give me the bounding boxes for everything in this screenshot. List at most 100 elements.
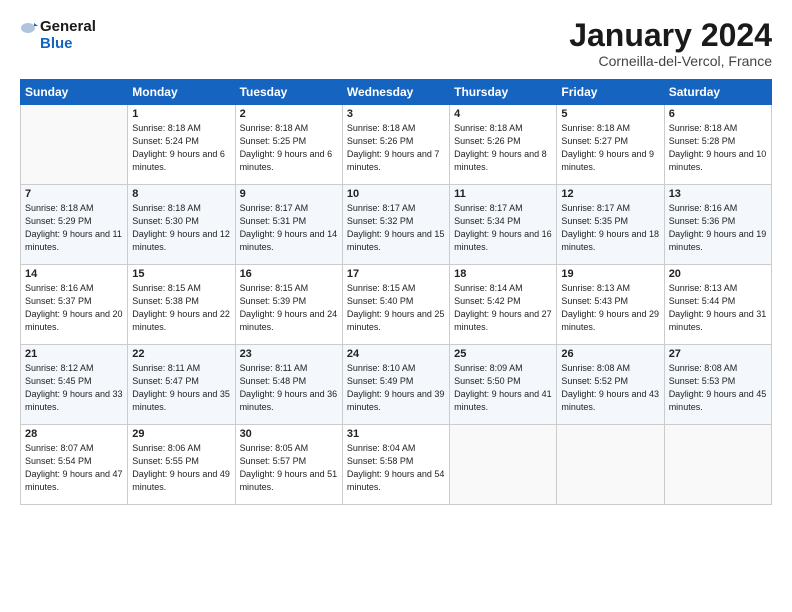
logo-blue: Blue — [40, 36, 73, 53]
location: Corneilla-del-Vercol, France — [569, 53, 772, 69]
logo-general: General — [40, 19, 96, 36]
calendar-cell: 6 Sunrise: 8:18 AMSunset: 5:28 PMDayligh… — [664, 105, 771, 185]
calendar-cell — [557, 425, 664, 505]
calendar-week-row: 28 Sunrise: 8:07 AMSunset: 5:54 PMDaylig… — [21, 425, 772, 505]
day-info: Sunrise: 8:11 AMSunset: 5:48 PMDaylight:… — [240, 363, 338, 412]
day-number: 12 — [561, 188, 659, 200]
calendar-cell: 14 Sunrise: 8:16 AMSunset: 5:37 PMDaylig… — [21, 265, 128, 345]
calendar-cell: 11 Sunrise: 8:17 AMSunset: 5:34 PMDaylig… — [450, 185, 557, 265]
calendar-cell: 30 Sunrise: 8:05 AMSunset: 5:57 PMDaylig… — [235, 425, 342, 505]
day-number: 8 — [132, 188, 230, 200]
day-info: Sunrise: 8:13 AMSunset: 5:44 PMDaylight:… — [669, 283, 767, 332]
calendar-cell: 23 Sunrise: 8:11 AMSunset: 5:48 PMDaylig… — [235, 345, 342, 425]
day-info: Sunrise: 8:05 AMSunset: 5:57 PMDaylight:… — [240, 443, 338, 492]
day-info: Sunrise: 8:04 AMSunset: 5:58 PMDaylight:… — [347, 443, 445, 492]
day-number: 24 — [347, 348, 445, 360]
day-info: Sunrise: 8:18 AMSunset: 5:24 PMDaylight:… — [132, 123, 225, 172]
logo: General Blue — [20, 18, 96, 53]
day-number: 7 — [25, 188, 123, 200]
header: General Blue January 2024 Corneilla-del-… — [20, 18, 772, 69]
day-info: Sunrise: 8:12 AMSunset: 5:45 PMDaylight:… — [25, 363, 123, 412]
calendar-page: General Blue January 2024 Corneilla-del-… — [0, 0, 792, 612]
day-number: 9 — [240, 188, 338, 200]
day-number: 26 — [561, 348, 659, 360]
calendar-week-row: 1 Sunrise: 8:18 AMSunset: 5:24 PMDayligh… — [21, 105, 772, 185]
day-info: Sunrise: 8:18 AMSunset: 5:26 PMDaylight:… — [454, 123, 547, 172]
day-number: 5 — [561, 108, 659, 120]
day-number: 2 — [240, 108, 338, 120]
day-info: Sunrise: 8:16 AMSunset: 5:37 PMDaylight:… — [25, 283, 123, 332]
weekday-header: Tuesday — [235, 80, 342, 105]
day-number: 10 — [347, 188, 445, 200]
day-info: Sunrise: 8:11 AMSunset: 5:47 PMDaylight:… — [132, 363, 230, 412]
day-info: Sunrise: 8:08 AMSunset: 5:53 PMDaylight:… — [669, 363, 767, 412]
day-number: 17 — [347, 268, 445, 280]
day-info: Sunrise: 8:09 AMSunset: 5:50 PMDaylight:… — [454, 363, 552, 412]
calendar-cell: 28 Sunrise: 8:07 AMSunset: 5:54 PMDaylig… — [21, 425, 128, 505]
day-number: 30 — [240, 428, 338, 440]
calendar-cell: 15 Sunrise: 8:15 AMSunset: 5:38 PMDaylig… — [128, 265, 235, 345]
calendar-cell: 5 Sunrise: 8:18 AMSunset: 5:27 PMDayligh… — [557, 105, 664, 185]
calendar-table: SundayMondayTuesdayWednesdayThursdayFrid… — [20, 79, 772, 505]
day-info: Sunrise: 8:14 AMSunset: 5:42 PMDaylight:… — [454, 283, 552, 332]
calendar-cell: 16 Sunrise: 8:15 AMSunset: 5:39 PMDaylig… — [235, 265, 342, 345]
day-info: Sunrise: 8:18 AMSunset: 5:27 PMDaylight:… — [561, 123, 654, 172]
day-number: 27 — [669, 348, 767, 360]
calendar-cell: 20 Sunrise: 8:13 AMSunset: 5:44 PMDaylig… — [664, 265, 771, 345]
calendar-cell — [450, 425, 557, 505]
logo-bird-icon — [20, 18, 38, 36]
day-info: Sunrise: 8:15 AMSunset: 5:39 PMDaylight:… — [240, 283, 338, 332]
day-number: 21 — [25, 348, 123, 360]
calendar-cell: 7 Sunrise: 8:18 AMSunset: 5:29 PMDayligh… — [21, 185, 128, 265]
weekday-header: Saturday — [664, 80, 771, 105]
day-number: 15 — [132, 268, 230, 280]
day-number: 18 — [454, 268, 552, 280]
day-number: 19 — [561, 268, 659, 280]
day-number: 14 — [25, 268, 123, 280]
calendar-cell: 3 Sunrise: 8:18 AMSunset: 5:26 PMDayligh… — [342, 105, 449, 185]
day-number: 16 — [240, 268, 338, 280]
day-number: 11 — [454, 188, 552, 200]
calendar-cell: 4 Sunrise: 8:18 AMSunset: 5:26 PMDayligh… — [450, 105, 557, 185]
title-block: January 2024 Corneilla-del-Vercol, Franc… — [569, 18, 772, 69]
calendar-cell: 1 Sunrise: 8:18 AMSunset: 5:24 PMDayligh… — [128, 105, 235, 185]
day-number: 4 — [454, 108, 552, 120]
day-number: 13 — [669, 188, 767, 200]
calendar-week-row: 7 Sunrise: 8:18 AMSunset: 5:29 PMDayligh… — [21, 185, 772, 265]
calendar-week-row: 21 Sunrise: 8:12 AMSunset: 5:45 PMDaylig… — [21, 345, 772, 425]
day-number: 23 — [240, 348, 338, 360]
weekday-header: Monday — [128, 80, 235, 105]
day-info: Sunrise: 8:06 AMSunset: 5:55 PMDaylight:… — [132, 443, 230, 492]
day-info: Sunrise: 8:17 AMSunset: 5:35 PMDaylight:… — [561, 203, 659, 252]
weekday-header: Wednesday — [342, 80, 449, 105]
weekday-header: Friday — [557, 80, 664, 105]
day-info: Sunrise: 8:17 AMSunset: 5:34 PMDaylight:… — [454, 203, 552, 252]
day-info: Sunrise: 8:17 AMSunset: 5:32 PMDaylight:… — [347, 203, 445, 252]
day-number: 1 — [132, 108, 230, 120]
calendar-cell: 2 Sunrise: 8:18 AMSunset: 5:25 PMDayligh… — [235, 105, 342, 185]
day-info: Sunrise: 8:15 AMSunset: 5:38 PMDaylight:… — [132, 283, 230, 332]
calendar-cell: 31 Sunrise: 8:04 AMSunset: 5:58 PMDaylig… — [342, 425, 449, 505]
day-number: 6 — [669, 108, 767, 120]
day-info: Sunrise: 8:18 AMSunset: 5:28 PMDaylight:… — [669, 123, 767, 172]
weekday-header: Sunday — [21, 80, 128, 105]
calendar-cell: 19 Sunrise: 8:13 AMSunset: 5:43 PMDaylig… — [557, 265, 664, 345]
calendar-cell: 9 Sunrise: 8:17 AMSunset: 5:31 PMDayligh… — [235, 185, 342, 265]
calendar-cell: 24 Sunrise: 8:10 AMSunset: 5:49 PMDaylig… — [342, 345, 449, 425]
calendar-cell: 10 Sunrise: 8:17 AMSunset: 5:32 PMDaylig… — [342, 185, 449, 265]
day-info: Sunrise: 8:18 AMSunset: 5:29 PMDaylight:… — [25, 203, 122, 252]
calendar-cell: 17 Sunrise: 8:15 AMSunset: 5:40 PMDaylig… — [342, 265, 449, 345]
calendar-cell: 26 Sunrise: 8:08 AMSunset: 5:52 PMDaylig… — [557, 345, 664, 425]
calendar-cell: 8 Sunrise: 8:18 AMSunset: 5:30 PMDayligh… — [128, 185, 235, 265]
day-number: 3 — [347, 108, 445, 120]
day-info: Sunrise: 8:15 AMSunset: 5:40 PMDaylight:… — [347, 283, 445, 332]
day-info: Sunrise: 8:08 AMSunset: 5:52 PMDaylight:… — [561, 363, 659, 412]
calendar-cell: 27 Sunrise: 8:08 AMSunset: 5:53 PMDaylig… — [664, 345, 771, 425]
calendar-cell — [664, 425, 771, 505]
weekday-header: Thursday — [450, 80, 557, 105]
day-info: Sunrise: 8:13 AMSunset: 5:43 PMDaylight:… — [561, 283, 659, 332]
month-title: January 2024 — [569, 18, 772, 53]
calendar-cell: 12 Sunrise: 8:17 AMSunset: 5:35 PMDaylig… — [557, 185, 664, 265]
day-number: 25 — [454, 348, 552, 360]
day-number: 28 — [25, 428, 123, 440]
